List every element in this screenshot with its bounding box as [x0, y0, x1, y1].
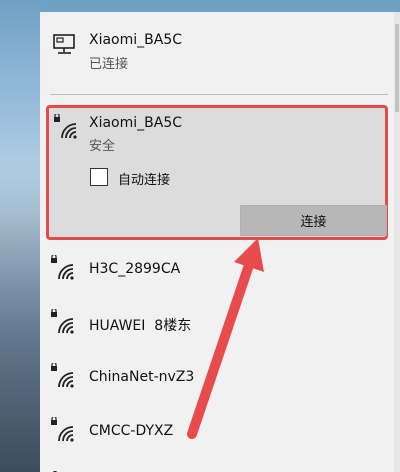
network-item-selected[interactable]: Xiaomi_BA5C 安全 自动连接 连接 [46, 105, 388, 240]
auto-connect-checkbox[interactable] [90, 168, 108, 186]
wifi-secured-icon [52, 112, 80, 144]
security-status: 安全 [89, 139, 116, 154]
network-flyout: Xiaomi_BA5C 已连接 Xiaomi_BA5C 安全 自动连接 连接 H… [40, 12, 400, 472]
wifi-secured-icon [49, 307, 77, 339]
network-item-partial[interactable] [40, 462, 390, 472]
connect-button-label: 连接 [300, 215, 327, 230]
scrollbar[interactable] [394, 12, 400, 472]
lock-icon [51, 464, 59, 472]
wifi-secured-icon [49, 253, 77, 285]
scrollbar-thumb[interactable] [395, 24, 399, 112]
network-item[interactable]: HUAWEI 8楼东 [40, 302, 390, 352]
network-name: CMCC-DYXZ [89, 423, 174, 439]
network-name: H3C_2899CA [89, 261, 181, 277]
auto-connect-label[interactable]: 自动连接 [118, 169, 170, 188]
network-item[interactable]: ChinaNet-nvZ3 [40, 356, 390, 406]
divider [50, 94, 388, 95]
connect-button[interactable]: 连接 [240, 205, 387, 236]
network-name: Xiaomi_BA5C [89, 32, 183, 48]
desktop-background [0, 0, 42, 472]
wifi-secured-icon [49, 415, 77, 447]
network-name: HUAWEI 8楼东 [89, 318, 192, 334]
network-item[interactable]: CMCC-DYXZ [40, 410, 390, 460]
network-item[interactable]: H3C_2899CA [40, 248, 390, 298]
network-name: Xiaomi_BA5C [89, 115, 183, 131]
network-name: ChinaNet-nvZ3 [89, 369, 195, 385]
network-item-connected[interactable]: Xiaomi_BA5C 已连接 [40, 12, 390, 96]
connection-status: 已连接 [89, 57, 129, 72]
ethernet-monitor-icon [53, 34, 79, 60]
wifi-secured-icon [49, 361, 77, 393]
